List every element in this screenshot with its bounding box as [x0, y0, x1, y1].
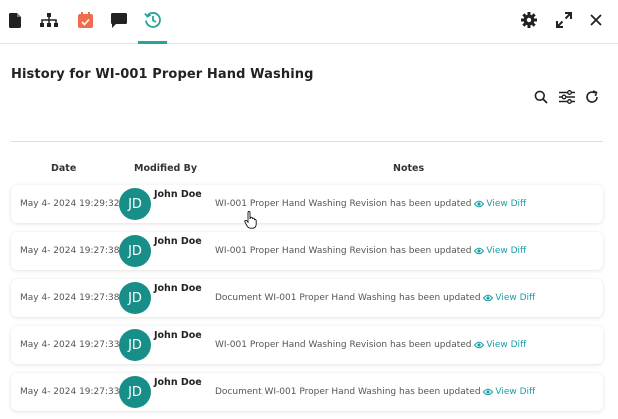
page-title: History for WI-001 Proper Hand Washing — [11, 67, 314, 82]
row-user: John Doe — [154, 330, 202, 341]
filter-icon[interactable] — [558, 88, 576, 106]
note-text: Document WI-001 Proper Hand Washing has … — [215, 293, 481, 303]
row-user: John Doe — [154, 283, 202, 294]
row-note: WI-001 Proper Hand Washing Revision has … — [215, 340, 526, 350]
row-date: May 4- 2024 19:29:32 — [20, 199, 120, 209]
row-user: John Doe — [154, 377, 202, 388]
view-diff-label: View Diff — [486, 199, 527, 209]
eye-icon — [474, 200, 485, 208]
eye-icon — [474, 247, 485, 255]
history-row: May 4- 2024 19:29:32 JD John Doe WI-001 Pro… — [11, 185, 603, 223]
eye-icon — [483, 294, 494, 302]
view-diff-label: View Diff — [486, 246, 527, 256]
history-row: May 4- 2024 19:27:38 JD John Doe Document W… — [11, 279, 603, 317]
view-diff-label: View Diff — [495, 293, 536, 303]
avatar: JD — [119, 376, 151, 408]
view-diff-link[interactable]: View Diff — [474, 246, 526, 256]
hand-cursor-icon — [244, 211, 257, 229]
view-diff-link[interactable]: View Diff — [483, 387, 535, 397]
view-diff-label: View Diff — [495, 387, 536, 397]
view-diff-label: View Diff — [486, 340, 527, 350]
history-row: May 4- 2024 19:27:33 JD John Doe Document W… — [11, 373, 603, 411]
refresh-icon[interactable] — [583, 88, 601, 106]
history-row: May 4- 2024 19:27:38 JD John Doe WI-001 Pro… — [11, 232, 603, 270]
history-row: May 4- 2024 19:27:33 JD John Doe WI-001 Pro… — [11, 326, 603, 364]
note-text: Document WI-001 Proper Hand Washing has … — [215, 387, 481, 397]
row-note: Document WI-001 Proper Hand Washing has … — [215, 293, 535, 303]
avatar: JD — [119, 235, 151, 267]
eye-icon — [474, 341, 485, 349]
column-header-modified-by: Modified By — [134, 163, 198, 174]
avatar: JD — [119, 282, 151, 314]
comment-icon[interactable] — [109, 10, 129, 30]
workflow-icon[interactable] — [39, 10, 59, 30]
view-diff-link[interactable]: View Diff — [474, 199, 526, 209]
row-user: John Doe — [154, 236, 202, 247]
row-note: WI-001 Proper Hand Washing Revision has … — [215, 199, 526, 209]
calendar-icon[interactable] — [75, 10, 95, 30]
expand-icon[interactable] — [554, 10, 574, 30]
row-note: WI-001 Proper Hand Washing Revision has … — [215, 246, 526, 256]
row-date: May 4- 2024 19:27:33 — [20, 340, 120, 350]
header-divider — [11, 141, 603, 142]
row-date: May 4- 2024 19:27:33 — [20, 387, 120, 397]
column-header-date: Date — [51, 163, 77, 174]
note-text: WI-001 Proper Hand Washing Revision has … — [215, 340, 472, 350]
avatar: JD — [119, 188, 151, 220]
close-icon[interactable] — [586, 10, 606, 30]
history-icon[interactable] — [143, 10, 163, 30]
view-diff-link[interactable]: View Diff — [483, 293, 535, 303]
row-note: Document WI-001 Proper Hand Washing has … — [215, 387, 535, 397]
column-header-notes: Notes — [393, 163, 425, 174]
row-user: John Doe — [154, 189, 202, 200]
search-icon[interactable] — [532, 88, 550, 106]
view-diff-link[interactable]: View Diff — [474, 340, 526, 350]
document-icon[interactable] — [5, 10, 25, 30]
active-tab-indicator — [138, 41, 167, 44]
note-text: WI-001 Proper Hand Washing Revision has … — [215, 246, 472, 256]
eye-icon — [483, 388, 494, 396]
avatar: JD — [119, 329, 151, 361]
row-date: May 4- 2024 19:27:38 — [20, 293, 120, 303]
toolbar — [0, 0, 618, 44]
gear-icon[interactable] — [519, 10, 539, 30]
row-date: May 4- 2024 19:27:38 — [20, 246, 120, 256]
note-text: WI-001 Proper Hand Washing Revision has … — [215, 199, 472, 209]
